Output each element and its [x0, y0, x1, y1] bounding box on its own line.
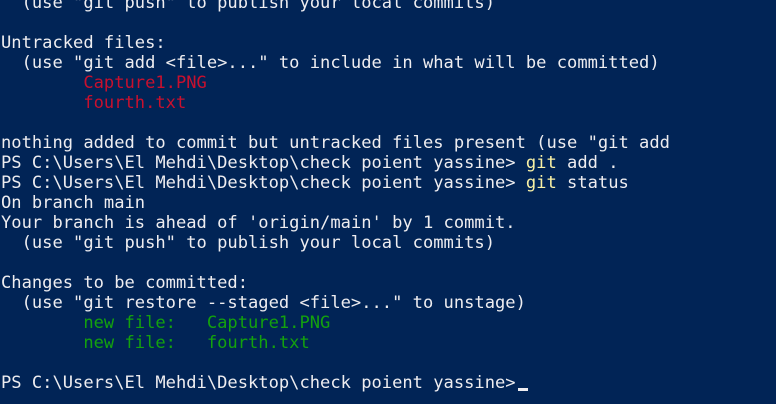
terminal-text: new file: Capture1.PNG: [83, 313, 331, 333]
terminal-line: PS C:\Users\El Mehdi\Desktop\check poien…: [1, 173, 670, 193]
terminal-line: Your branch is ahead of 'origin/main' by…: [1, 213, 670, 233]
terminal-line: (use "git push" to publish your local co…: [1, 233, 670, 253]
terminal-line: fourth.txt: [1, 93, 670, 113]
terminal-text: (use "git restore --staged <file>..." to…: [1, 293, 526, 313]
terminal-text: Untracked files:: [1, 33, 166, 53]
terminal-line: (use "git restore --staged <file>..." to…: [1, 293, 670, 313]
terminal-text: fourth.txt: [83, 93, 187, 113]
command-keyword: git: [525, 153, 557, 173]
text-cursor: [517, 388, 528, 391]
terminal-text: nothing added to commit but untracked fi…: [1, 133, 670, 153]
terminal-line: Untracked files:: [1, 33, 670, 53]
powershell-terminal[interactable]: (use "git push" to publish your local co…: [0, 0, 776, 404]
terminal-line: new file: Capture1.PNG: [1, 313, 670, 333]
terminal-line: Capture1.PNG: [1, 73, 670, 93]
terminal-line: Changes to be committed:: [1, 273, 670, 293]
terminal-text: (use "git push" to publish your local co…: [1, 0, 495, 13]
terminal-text: new file: fourth.txt: [83, 333, 310, 353]
terminal-line: PS C:\Users\El Mehdi\Desktop\check poien…: [1, 153, 670, 173]
terminal-text: On branch main: [1, 193, 146, 213]
terminal-text: PS C:\Users\El Mehdi\Desktop\check poien…: [1, 153, 526, 173]
terminal-line: PS C:\Users\El Mehdi\Desktop\check poien…: [1, 373, 670, 393]
terminal-text: Your branch is ahead of 'origin/main' by…: [1, 213, 516, 233]
terminal-text: Capture1.PNG: [83, 73, 207, 93]
terminal-text: add .: [556, 153, 619, 173]
terminal-text: PS C:\Users\El Mehdi\Desktop\check poien…: [1, 173, 526, 193]
terminal-line: nothing added to commit but untracked fi…: [1, 133, 670, 153]
terminal-line: new file: fourth.txt: [1, 333, 670, 353]
terminal-text: Changes to be committed:: [1, 273, 248, 293]
command-keyword: git: [525, 173, 557, 193]
terminal-text: (use "git push" to publish your local co…: [1, 233, 495, 253]
terminal-line: (use "git push" to publish your local co…: [1, 0, 670, 13]
terminal-text: PS C:\Users\El Mehdi\Desktop\check poien…: [1, 373, 516, 393]
terminal-output: (use "git push" to publish your local co…: [1, 0, 670, 393]
terminal-line: On branch main: [1, 193, 670, 213]
terminal-line: (use "git add <file>..." to include in w…: [1, 53, 670, 73]
terminal-text: (use "git add <file>..." to include in w…: [1, 53, 660, 73]
terminal-text: status: [556, 173, 629, 193]
